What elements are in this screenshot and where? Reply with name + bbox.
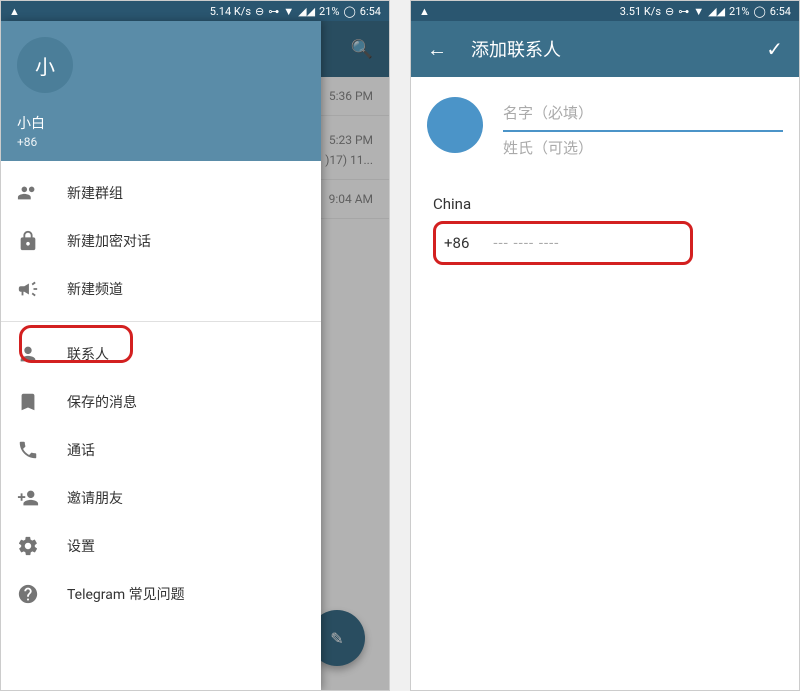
- wifi-icon: ▼: [283, 5, 294, 18]
- help-icon: [17, 583, 39, 605]
- username: 小白: [17, 113, 45, 133]
- wifi-icon: ▼: [693, 5, 704, 18]
- menu-contacts[interactable]: 联系人: [1, 330, 321, 378]
- warning-icon: ▲: [419, 5, 430, 18]
- back-button[interactable]: ←: [427, 37, 447, 62]
- group-icon: [17, 182, 39, 204]
- navigation-drawer: 小 小白 +86 新建群组 新建加密对话 新建频道 联系人: [1, 21, 321, 690]
- user-phone: +86: [17, 135, 45, 149]
- key-icon: ⊶: [678, 5, 689, 18]
- battery-text: 21%: [729, 5, 749, 18]
- annotation-highlight: +86 --- ---- ----: [433, 221, 693, 265]
- dnd-icon: ⊖: [255, 5, 264, 18]
- bookmark-icon: [17, 391, 39, 413]
- phone-number-field[interactable]: --- ---- ----: [493, 234, 559, 252]
- lock-icon: [17, 230, 39, 252]
- menu-invite-friends[interactable]: 邀请朋友: [1, 474, 321, 522]
- warning-icon: ▲: [9, 5, 20, 18]
- network-speed: 3.51 K/s: [620, 5, 661, 18]
- add-contact-form: China +86 --- ---- ----: [411, 77, 799, 285]
- first-name-field[interactable]: [503, 97, 783, 132]
- menu-new-channel[interactable]: 新建频道: [1, 265, 321, 313]
- menu-label: 设置: [67, 536, 95, 556]
- country-selector[interactable]: China: [433, 195, 783, 213]
- menu-label: 新建加密对话: [67, 231, 151, 251]
- page-title: 添加联系人: [471, 36, 742, 62]
- phone-code-field[interactable]: +86: [444, 234, 469, 252]
- phone-icon: [17, 439, 39, 461]
- menu-label: Telegram 常见问题: [67, 584, 185, 604]
- gear-icon: [17, 535, 39, 557]
- menu-label: 保存的消息: [67, 392, 137, 412]
- clock-text: 6:54: [770, 5, 791, 18]
- key-icon: ⊶: [268, 5, 279, 18]
- menu-faq[interactable]: Telegram 常见问题: [1, 570, 321, 618]
- screen-add-contact: ▲ 3.51 K/s ⊖ ⊶ ▼ ◢◢ 21% ◯ 6:54 ← 添加联系人 ✓…: [410, 0, 800, 691]
- battery-icon: ◯: [753, 5, 765, 18]
- user-avatar[interactable]: 小: [17, 37, 73, 93]
- menu-label: 通话: [67, 440, 95, 460]
- menu-label: 新建群组: [67, 183, 123, 203]
- clock-text: 6:54: [360, 5, 381, 18]
- battery-icon: ◯: [343, 5, 355, 18]
- signal-icon: ◢◢: [298, 5, 315, 18]
- menu-new-group[interactable]: 新建群组: [1, 169, 321, 217]
- dnd-icon: ⊖: [665, 5, 674, 18]
- last-name-field[interactable]: [503, 132, 783, 165]
- drawer-header: 小 小白 +86: [1, 21, 321, 161]
- new-contact-avatar[interactable]: [427, 97, 483, 153]
- menu-calls[interactable]: 通话: [1, 426, 321, 474]
- screen-drawer: ▲ 5.14 K/s ⊖ ⊶ ▼ ◢◢ 21% ◯ 6:54 🔍 5:36 PM…: [0, 0, 390, 691]
- menu-settings[interactable]: 设置: [1, 522, 321, 570]
- menu-saved-messages[interactable]: 保存的消息: [1, 378, 321, 426]
- menu-label: 邀请朋友: [67, 488, 123, 508]
- menu-label: 联系人: [67, 344, 109, 364]
- divider: [1, 321, 321, 322]
- add-contact-header: ← 添加联系人 ✓: [411, 21, 799, 77]
- signal-icon: ◢◢: [708, 5, 725, 18]
- person-icon: [17, 343, 39, 365]
- status-bar: ▲ 3.51 K/s ⊖ ⊶ ▼ ◢◢ 21% ◯ 6:54: [411, 1, 799, 21]
- status-bar: ▲ 5.14 K/s ⊖ ⊶ ▼ ◢◢ 21% ◯ 6:54: [1, 1, 389, 21]
- menu-label: 新建频道: [67, 279, 123, 299]
- confirm-button[interactable]: ✓: [766, 37, 783, 61]
- network-speed: 5.14 K/s: [210, 5, 251, 18]
- battery-text: 21%: [319, 5, 339, 18]
- drawer-menu: 新建群组 新建加密对话 新建频道 联系人 保存的消息 通话: [1, 161, 321, 626]
- megaphone-icon: [17, 278, 39, 300]
- invite-icon: [17, 487, 39, 509]
- menu-new-secret-chat[interactable]: 新建加密对话: [1, 217, 321, 265]
